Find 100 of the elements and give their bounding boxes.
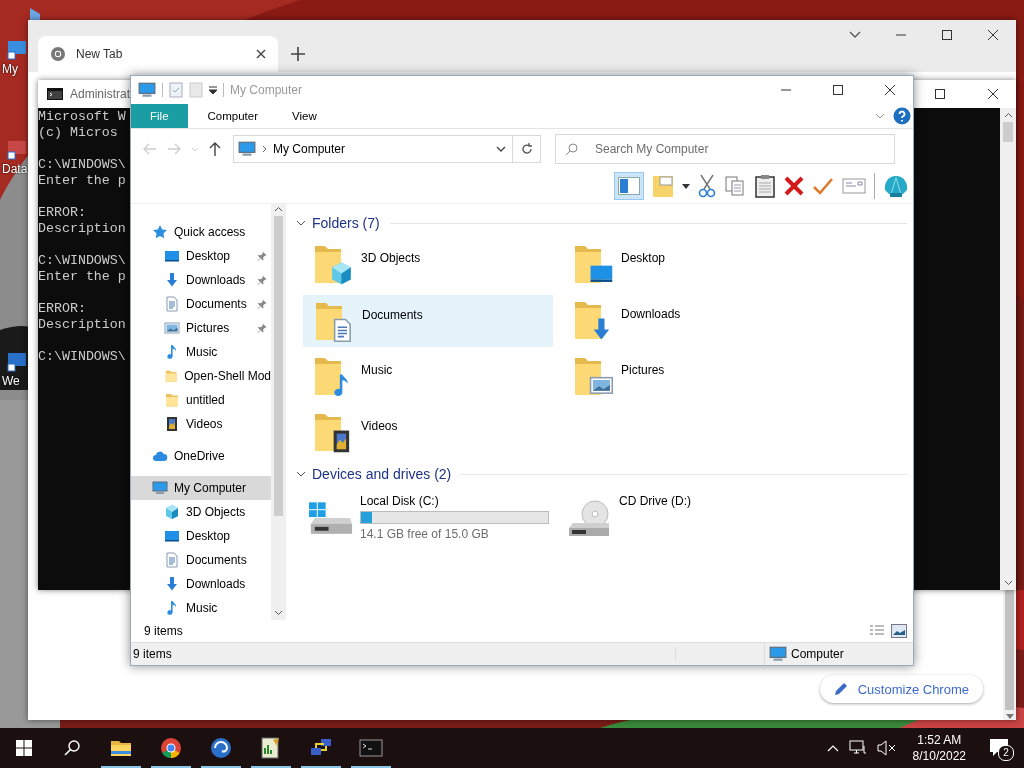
folder-tile[interactable]: 3D Objects [303, 239, 553, 291]
nav-item[interactable]: My Computer [131, 476, 271, 500]
scroll-down-icon[interactable] [1005, 714, 1014, 720]
scroll-thumb[interactable] [1003, 122, 1013, 142]
nav-item[interactable]: Documents [131, 292, 271, 316]
search-icon[interactable] [64, 740, 80, 756]
terminal-icon[interactable] [359, 736, 383, 760]
nav-item[interactable]: untitled [131, 388, 271, 412]
folder-tile[interactable]: Downloads [563, 295, 813, 347]
pane-toggle-button[interactable] [614, 172, 644, 200]
pin-icon[interactable] [256, 298, 268, 310]
clipboard-icon[interactable] [754, 174, 776, 198]
desktop-icon-label[interactable]: We [2, 374, 20, 388]
nav-item[interactable]: Videos [131, 412, 271, 436]
nav-item[interactable]: Pictures [131, 316, 271, 340]
desktop-icon-label[interactable]: Data [2, 162, 28, 176]
search-field[interactable]: Search My Computer [555, 134, 895, 164]
large-icons-view-icon[interactable] [891, 624, 907, 638]
refresh-button[interactable] [513, 135, 541, 163]
caret-icon[interactable] [682, 183, 690, 189]
computer-icon [769, 645, 787, 663]
scrollbar[interactable] [1000, 108, 1016, 590]
drive-label[interactable]: Local Disk (C:) [360, 494, 549, 508]
shortcut-icon[interactable] [6, 140, 28, 160]
close-icon[interactable] [988, 30, 998, 40]
close-icon[interactable] [885, 85, 895, 95]
chevron-up-icon[interactable] [826, 744, 839, 752]
item-count: 9 items [144, 624, 184, 638]
nav-item[interactable]: Downloads [131, 572, 271, 596]
nav-item[interactable]: Music [131, 596, 271, 620]
folder-tile[interactable]: Pictures [563, 351, 813, 403]
chevron-right-icon [262, 145, 267, 153]
drive-label[interactable]: CD Drive (D:) [619, 494, 691, 508]
network-icon[interactable] [848, 740, 867, 756]
ribbon-tab[interactable]: Computer [193, 104, 273, 128]
pin-icon[interactable] [256, 250, 268, 262]
scroll-thumb[interactable] [1005, 590, 1014, 710]
notification-badge: 2 [998, 745, 1014, 761]
clock[interactable]: 1:52 AM 8/10/2022 [906, 732, 972, 764]
chevron-icon[interactable] [296, 219, 306, 227]
chevron-down-icon[interactable] [496, 146, 506, 152]
console-line: Description [38, 317, 126, 333]
nav-item[interactable]: Desktop [131, 244, 271, 268]
nav-item[interactable]: Documents [131, 548, 271, 572]
console-line: C:\WINDOWS\ [38, 253, 126, 269]
up-arrow-icon[interactable] [209, 142, 221, 156]
ribbon-tab[interactable]: View [278, 104, 331, 128]
chevron-down-icon[interactable] [849, 31, 861, 39]
nav-item[interactable]: Quick access [131, 220, 271, 244]
nav-item[interactable]: Open-Shell Mod [131, 364, 271, 388]
browser-icon[interactable] [159, 736, 183, 760]
cube-icon [164, 504, 180, 520]
star-icon [152, 224, 168, 240]
pin-icon[interactable] [256, 274, 268, 286]
new-tab-icon[interactable] [291, 47, 305, 61]
nav-item[interactable]: 3D Objects [131, 500, 271, 524]
maximize-icon[interactable] [833, 85, 843, 95]
scroll-down-icon[interactable] [1003, 580, 1013, 586]
console-line: Enter the p [38, 269, 126, 285]
close-icon[interactable] [988, 89, 998, 99]
scroll-thumb[interactable] [274, 216, 283, 516]
folder-tile[interactable]: Music [303, 351, 553, 403]
browser-tab[interactable]: New Tab [38, 36, 278, 72]
folder-icon [164, 368, 179, 384]
caret-icon[interactable] [209, 86, 217, 94]
chevron-icon[interactable] [296, 470, 306, 478]
folder-tile[interactable]: Desktop [563, 239, 813, 291]
speaker-muted-icon[interactable] [876, 740, 897, 756]
nav-item[interactable]: Desktop [131, 524, 271, 548]
address-bar[interactable]: My Computer [233, 135, 513, 163]
terminal-icon [47, 88, 63, 100]
shell-icon[interactable] [883, 174, 909, 198]
folder-tile[interactable]: Documents [303, 295, 553, 347]
nav-item[interactable]: Music [131, 340, 271, 364]
scrollbar[interactable] [1003, 590, 1016, 720]
close-icon[interactable] [256, 49, 266, 59]
globe-icon[interactable] [209, 736, 233, 760]
folder-tile[interactable]: Videos [303, 407, 553, 459]
scroll-down-icon[interactable] [274, 610, 283, 616]
help-icon[interactable] [893, 107, 911, 125]
scroll-up-icon[interactable] [274, 206, 283, 212]
maximize-icon[interactable] [942, 30, 952, 40]
customize-button[interactable]: Customize Chrome [819, 675, 983, 703]
search-icon [565, 143, 578, 156]
nav-item[interactable]: Downloads [131, 268, 271, 292]
scrollbar[interactable] [271, 204, 286, 620]
computer-icon [238, 140, 256, 158]
maximize-icon[interactable] [935, 89, 945, 99]
nav-item[interactable]: OneDrive [131, 444, 271, 468]
scissors-icon[interactable] [698, 174, 716, 198]
group-header[interactable]: Devices and drives (2) [312, 466, 452, 482]
scroll-up-icon[interactable] [1003, 112, 1013, 118]
check-icon[interactable] [812, 177, 834, 195]
shortcut-icon[interactable] [6, 352, 28, 372]
desktop-icon-label[interactable]: My [2, 62, 18, 76]
pin-icon[interactable] [256, 322, 268, 334]
copy-icon[interactable] [724, 175, 746, 197]
shortcut-icon[interactable] [6, 40, 28, 60]
group-header[interactable]: Folders (7) [312, 215, 380, 231]
cross-icon[interactable] [784, 176, 804, 196]
